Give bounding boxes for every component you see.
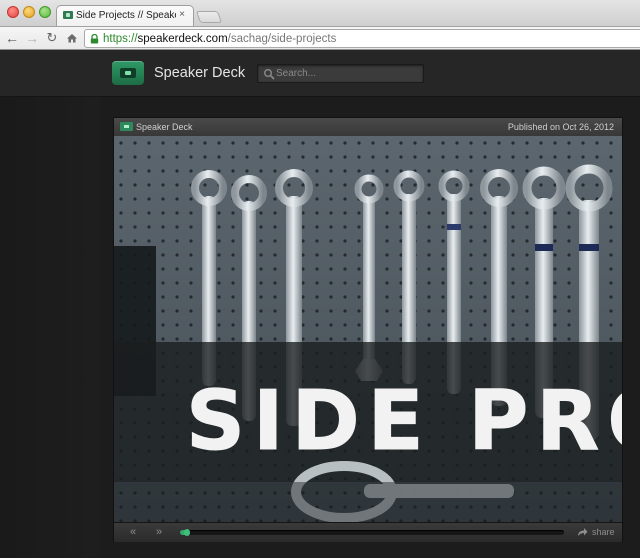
url-path: /sachag/side-projects	[227, 33, 337, 45]
speakerdeck-favicon-icon	[63, 11, 73, 19]
home-icon[interactable]	[64, 30, 80, 46]
url-text: https://speakerdeck.com/sachag/side-proj…	[103, 32, 336, 46]
search-box[interactable]	[257, 64, 424, 83]
player-brand-link[interactable]: Speaker Deck	[136, 121, 193, 133]
player-logo-icon[interactable]	[120, 122, 133, 131]
url-host: speakerdeck.com	[137, 33, 228, 45]
slide-image[interactable]: SIDE PROJE	[114, 136, 622, 522]
slide-artwork: SIDE PROJE	[114, 136, 622, 522]
search-input[interactable]	[276, 66, 416, 81]
forward-icon[interactable]: →	[24, 30, 40, 46]
lock-icon	[90, 34, 99, 44]
page-left-gutter	[0, 97, 100, 558]
browser-tab-strip: Side Projects // Speaker Deck ×	[0, 0, 640, 26]
new-tab-button[interactable]	[195, 11, 223, 23]
previous-slide-icon[interactable]: «	[126, 526, 140, 538]
share-button[interactable]: share	[592, 527, 615, 538]
search-icon	[264, 69, 275, 80]
reload-icon[interactable]: ↻	[44, 30, 60, 46]
minimize-window-button[interactable]	[23, 6, 35, 18]
site-name-link[interactable]: Speaker Deck	[154, 64, 245, 82]
url-scheme: https://	[103, 33, 138, 45]
tab-title: Side Projects // Speaker Deck	[76, 10, 176, 21]
speakerdeck-logo[interactable]	[112, 61, 144, 85]
logo-slide-icon	[120, 68, 136, 78]
site-header: Speaker Deck	[0, 50, 640, 97]
next-slide-icon[interactable]: »	[152, 526, 166, 538]
player-top-bar: Speaker Deck Published on Oct 26, 2012	[114, 118, 622, 137]
player-controls: « » share	[114, 522, 622, 542]
browser-toolbar: ← → ↻ https://speakerdeck.com/sachag/sid…	[0, 26, 640, 50]
address-bar[interactable]: https://speakerdeck.com/sachag/side-proj…	[84, 29, 640, 48]
share-icon[interactable]	[577, 527, 588, 537]
slide-player: Speaker Deck Published on Oct 26, 2012 S…	[113, 117, 623, 542]
browser-tab[interactable]: Side Projects // Speaker Deck ×	[56, 5, 194, 26]
back-icon[interactable]: ←	[4, 30, 20, 46]
zoom-window-button[interactable]	[39, 6, 51, 18]
slide-title-text: SIDE PROJE	[186, 374, 622, 469]
close-window-button[interactable]	[7, 6, 19, 18]
tab-close-icon[interactable]: ×	[177, 9, 187, 21]
progress-knob[interactable]	[184, 529, 190, 536]
published-date: Published on Oct 26, 2012	[507, 122, 614, 132]
slide-progress-bar[interactable]	[180, 529, 564, 536]
